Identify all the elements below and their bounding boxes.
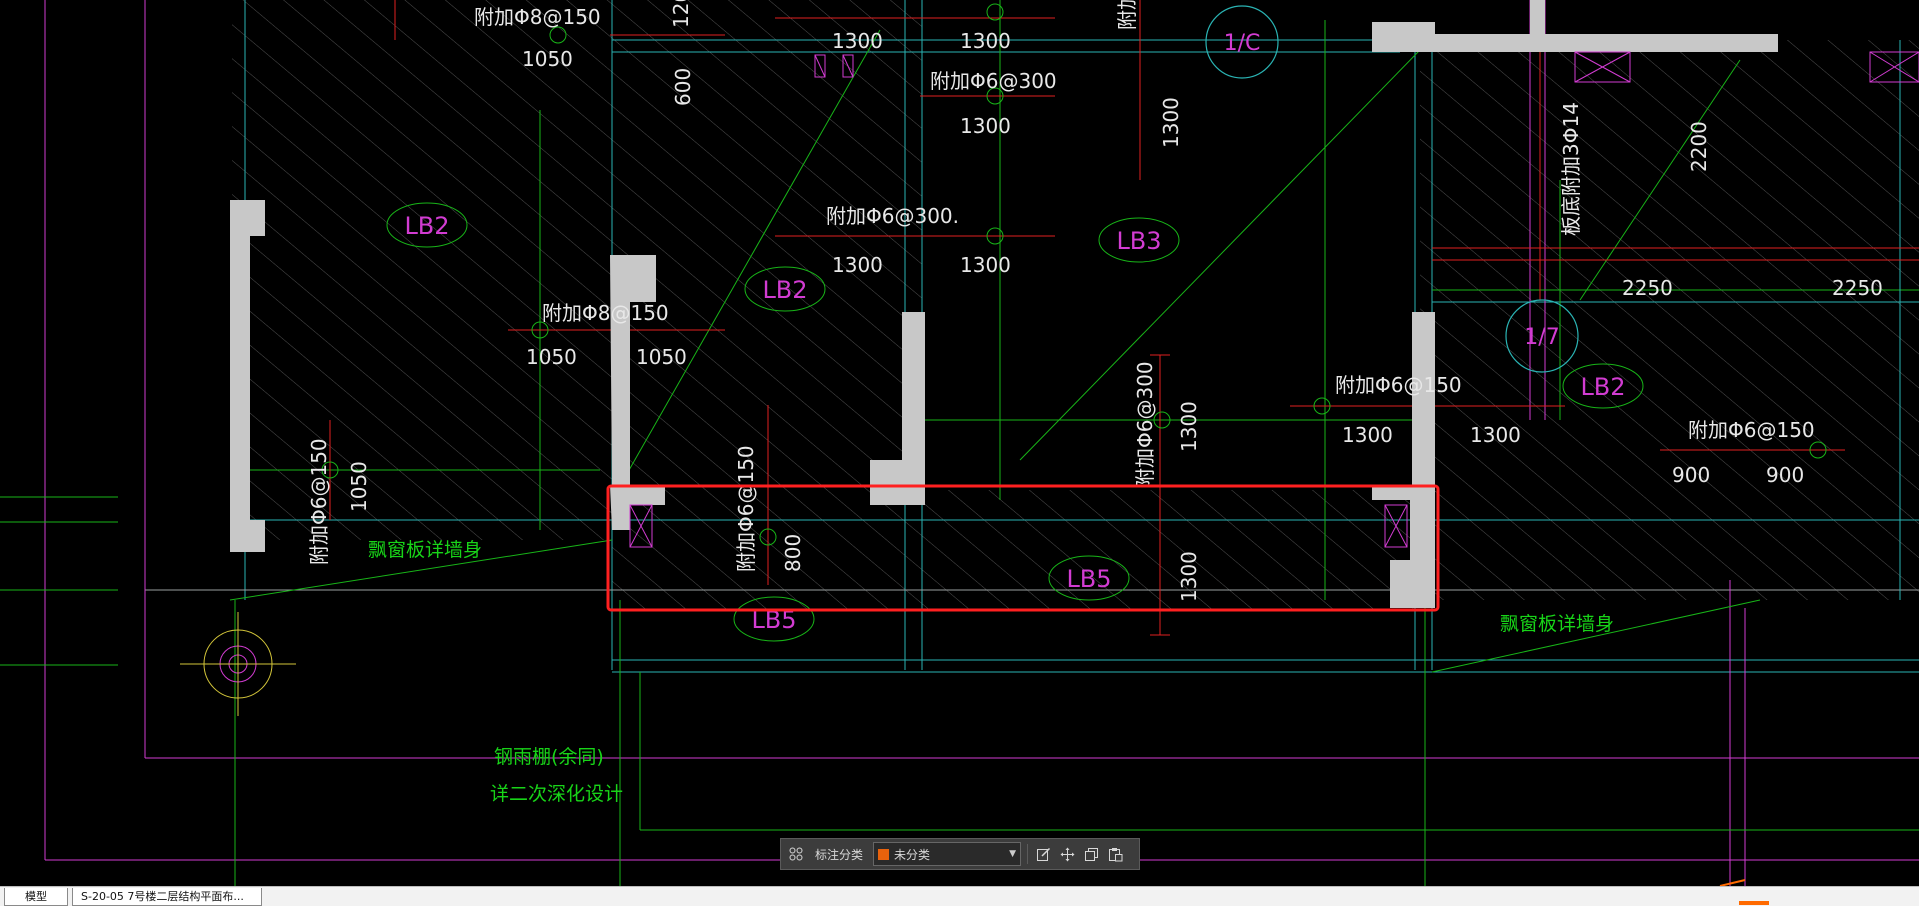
dim-1300-j: 1300 bbox=[1470, 423, 1521, 447]
dim-1300-g: 1300 bbox=[1177, 401, 1201, 452]
toolbar-divider bbox=[1027, 844, 1029, 864]
slab-tag-lb2-b: LB2 bbox=[762, 276, 807, 304]
dim-600: 600 bbox=[671, 68, 695, 106]
dim-900-b: 900 bbox=[1766, 463, 1804, 487]
rebar-note-e: 附加Φ6@150 bbox=[307, 438, 331, 565]
slab-tag-lb5-a: LB5 bbox=[1066, 565, 1111, 593]
rebar-note-b: 附加Φ6@300 bbox=[930, 69, 1057, 93]
rebar-note-i: 板底附加3Φ14 bbox=[1559, 102, 1583, 236]
category-color-swatch bbox=[878, 848, 890, 860]
move-icon[interactable] bbox=[1058, 845, 1076, 863]
rebar-note-k: 附加Φ bbox=[1115, 0, 1139, 30]
rebar-note-g: 附加Φ6@300 bbox=[1133, 361, 1157, 488]
category-select[interactable]: 未分类 ▼ bbox=[873, 842, 1022, 866]
paste-icon[interactable] bbox=[1106, 845, 1124, 863]
dim-1300-d: 1300 bbox=[832, 253, 883, 277]
copy-icon[interactable] bbox=[1082, 845, 1100, 863]
category-value: 未分类 bbox=[894, 847, 931, 862]
slab-tag-lb2-c: LB2 bbox=[1580, 373, 1625, 401]
dim-1050-d: 1050 bbox=[347, 461, 371, 512]
edit-icon[interactable] bbox=[1034, 845, 1052, 863]
slab-tag-lb2-a: LB2 bbox=[404, 212, 449, 240]
dim-1300-a: 1300 bbox=[832, 29, 883, 53]
dim-1300-f: 1300 bbox=[1159, 97, 1183, 148]
dim-1200: 1200 bbox=[669, 0, 693, 28]
chevron-down-icon: ▼ bbox=[1009, 849, 1017, 859]
rebar-note-f: 附加Φ6@150 bbox=[734, 445, 758, 572]
cad-drawing-canvas[interactable]: 1/C 1/7 LB2 LB2 LB3 LB2 LB5 LB5 附加Φ8@150… bbox=[0, 0, 1919, 886]
grid-menu-icon[interactable] bbox=[787, 845, 805, 863]
note-steel-canopy: 钢雨棚(余同) bbox=[494, 746, 604, 768]
scroll-indicator bbox=[1739, 901, 1769, 905]
rebar-note-j: 附加Φ6@150 bbox=[1688, 418, 1815, 442]
grid-label-17: 1/7 bbox=[1524, 325, 1559, 350]
dim-2200: 2200 bbox=[1687, 121, 1711, 172]
dim-1300-h: 1300 bbox=[1177, 551, 1201, 602]
rebar-note-d: 附加Φ8@150 bbox=[542, 301, 669, 325]
rebar-note-c: 附加Φ6@300. bbox=[826, 204, 959, 228]
grid-label-1c: 1/C bbox=[1224, 31, 1261, 56]
tab-layout-sheet[interactable]: S-20-05 7号楼二层结构平面布... bbox=[72, 888, 262, 906]
dim-800: 800 bbox=[781, 534, 805, 572]
dim-1300-i: 1300 bbox=[1342, 423, 1393, 447]
dim-1050-c: 1050 bbox=[636, 345, 687, 369]
dim-1050-a: 1050 bbox=[522, 47, 573, 71]
note-bay-window-b: 飘窗板详墙身 bbox=[1500, 613, 1614, 635]
note-bay-window-a: 飘窗板详墙身 bbox=[368, 539, 482, 561]
dim-2250-b: 2250 bbox=[1832, 276, 1883, 300]
dim-1050-b: 1050 bbox=[526, 345, 577, 369]
note-secondary-design: 详二次深化设计 bbox=[490, 783, 623, 805]
dim-1300-c: 1300 bbox=[960, 114, 1011, 138]
dim-900-a: 900 bbox=[1672, 463, 1710, 487]
tab-model[interactable]: 模型 bbox=[4, 888, 68, 906]
hatch-regions bbox=[232, 0, 1919, 610]
rebar-note-a: 附加Φ8@150 bbox=[474, 5, 601, 29]
dim-1300-e: 1300 bbox=[960, 253, 1011, 277]
dim-1300-b: 1300 bbox=[960, 29, 1011, 53]
rebar-note-h: 附加Φ6@150 bbox=[1335, 373, 1462, 397]
annotation-toolbar: 标注分类 未分类 ▼ bbox=[780, 838, 1140, 870]
category-label: 标注分类 bbox=[815, 847, 864, 862]
dim-2250-a: 2250 bbox=[1622, 276, 1673, 300]
slab-tag-lb3: LB3 bbox=[1116, 227, 1161, 255]
layout-tab-bar: 模型 S-20-05 7号楼二层结构平面布... bbox=[0, 886, 1919, 906]
